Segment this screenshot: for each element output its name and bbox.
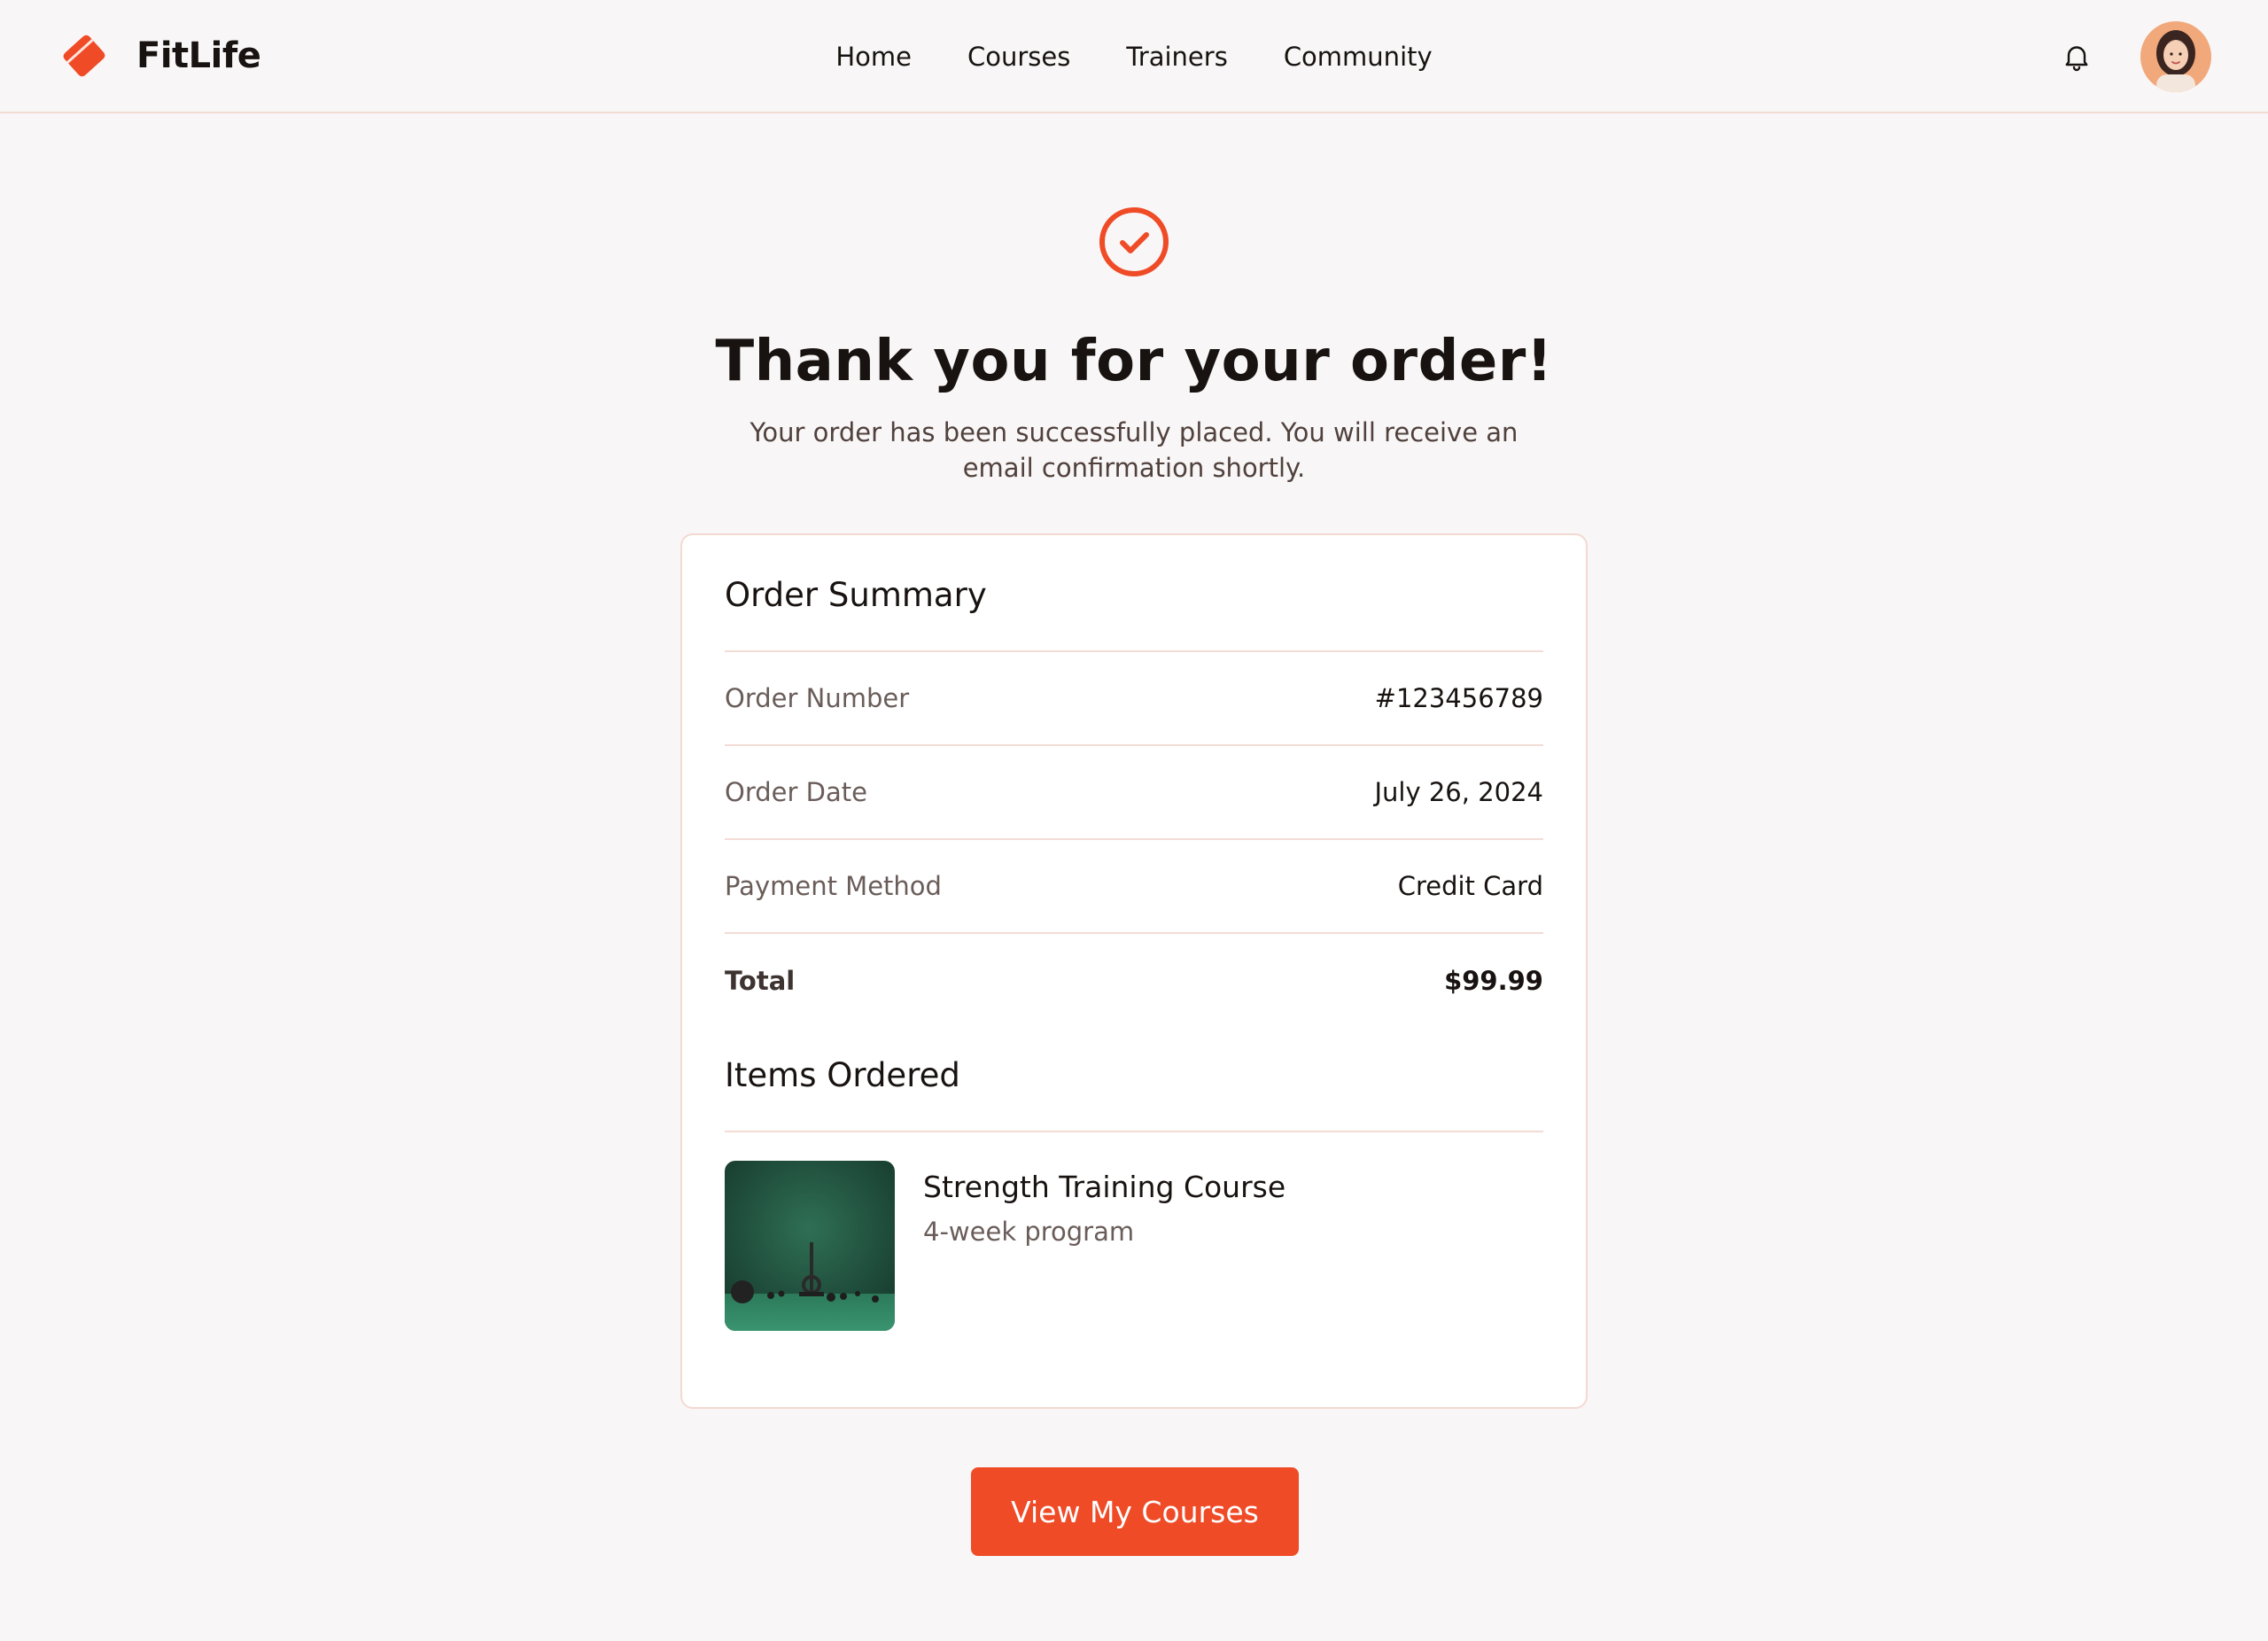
user-avatar-image bbox=[2140, 21, 2211, 92]
summary-label: Order Date bbox=[725, 777, 867, 807]
top-header: FitLife Home Courses Trainers Community bbox=[0, 0, 2268, 113]
summary-label: Order Number bbox=[725, 683, 910, 713]
header-actions bbox=[2059, 21, 2211, 92]
list-item[interactable]: Strength Training Course 4-week program bbox=[725, 1161, 1543, 1331]
avatar[interactable] bbox=[2140, 21, 2211, 92]
order-summary-card: Order Summary Order Number #123456789 Or… bbox=[680, 533, 1588, 1409]
summary-row-payment-method: Payment Method Credit Card bbox=[725, 840, 1543, 934]
check-circle-icon bbox=[1099, 207, 1169, 276]
summary-row-order-number: Order Number #123456789 bbox=[725, 652, 1543, 746]
nav-item-trainers[interactable]: Trainers bbox=[1126, 42, 1227, 72]
main-nav: Home Courses Trainers Community bbox=[0, 35, 2268, 78]
item-name: Strength Training Course bbox=[923, 1170, 1286, 1204]
nav-item-community[interactable]: Community bbox=[1284, 42, 1433, 72]
page-title: Thank you for your order! bbox=[715, 329, 1553, 394]
order-summary-title: Order Summary bbox=[725, 576, 987, 614]
view-my-courses-button[interactable]: View My Courses bbox=[971, 1467, 1299, 1556]
summary-label: Payment Method bbox=[725, 871, 942, 901]
item-description: 4-week program bbox=[923, 1217, 1135, 1247]
summary-row-order-date: Order Date July 26, 2024 bbox=[725, 746, 1543, 840]
summary-value: Credit Card bbox=[1397, 871, 1543, 901]
item-info: Strength Training Course 4-week program bbox=[923, 1170, 1285, 1331]
course-thumbnail bbox=[725, 1161, 895, 1331]
summary-value: $99.99 bbox=[1444, 966, 1543, 996]
bell-icon bbox=[2065, 46, 2088, 72]
confirmation-message: Your order has been successfully placed.… bbox=[750, 417, 1518, 483]
confirmation-hero: Thank you for your order! Your order has… bbox=[0, 206, 2268, 486]
summary-value: July 26, 2024 bbox=[1374, 777, 1543, 807]
divider bbox=[725, 1131, 1543, 1132]
nav-item-courses[interactable]: Courses bbox=[967, 42, 1070, 72]
summary-label: Total bbox=[725, 966, 796, 996]
items-ordered-title: Items Ordered bbox=[725, 1056, 960, 1094]
summary-row-total: Total $99.99 bbox=[725, 934, 1543, 1028]
summary-value: #123456789 bbox=[1374, 683, 1543, 713]
notifications-button[interactable] bbox=[2059, 39, 2094, 74]
gym-equipment-photo bbox=[725, 1161, 895, 1331]
nav-item-home[interactable]: Home bbox=[835, 42, 912, 72]
